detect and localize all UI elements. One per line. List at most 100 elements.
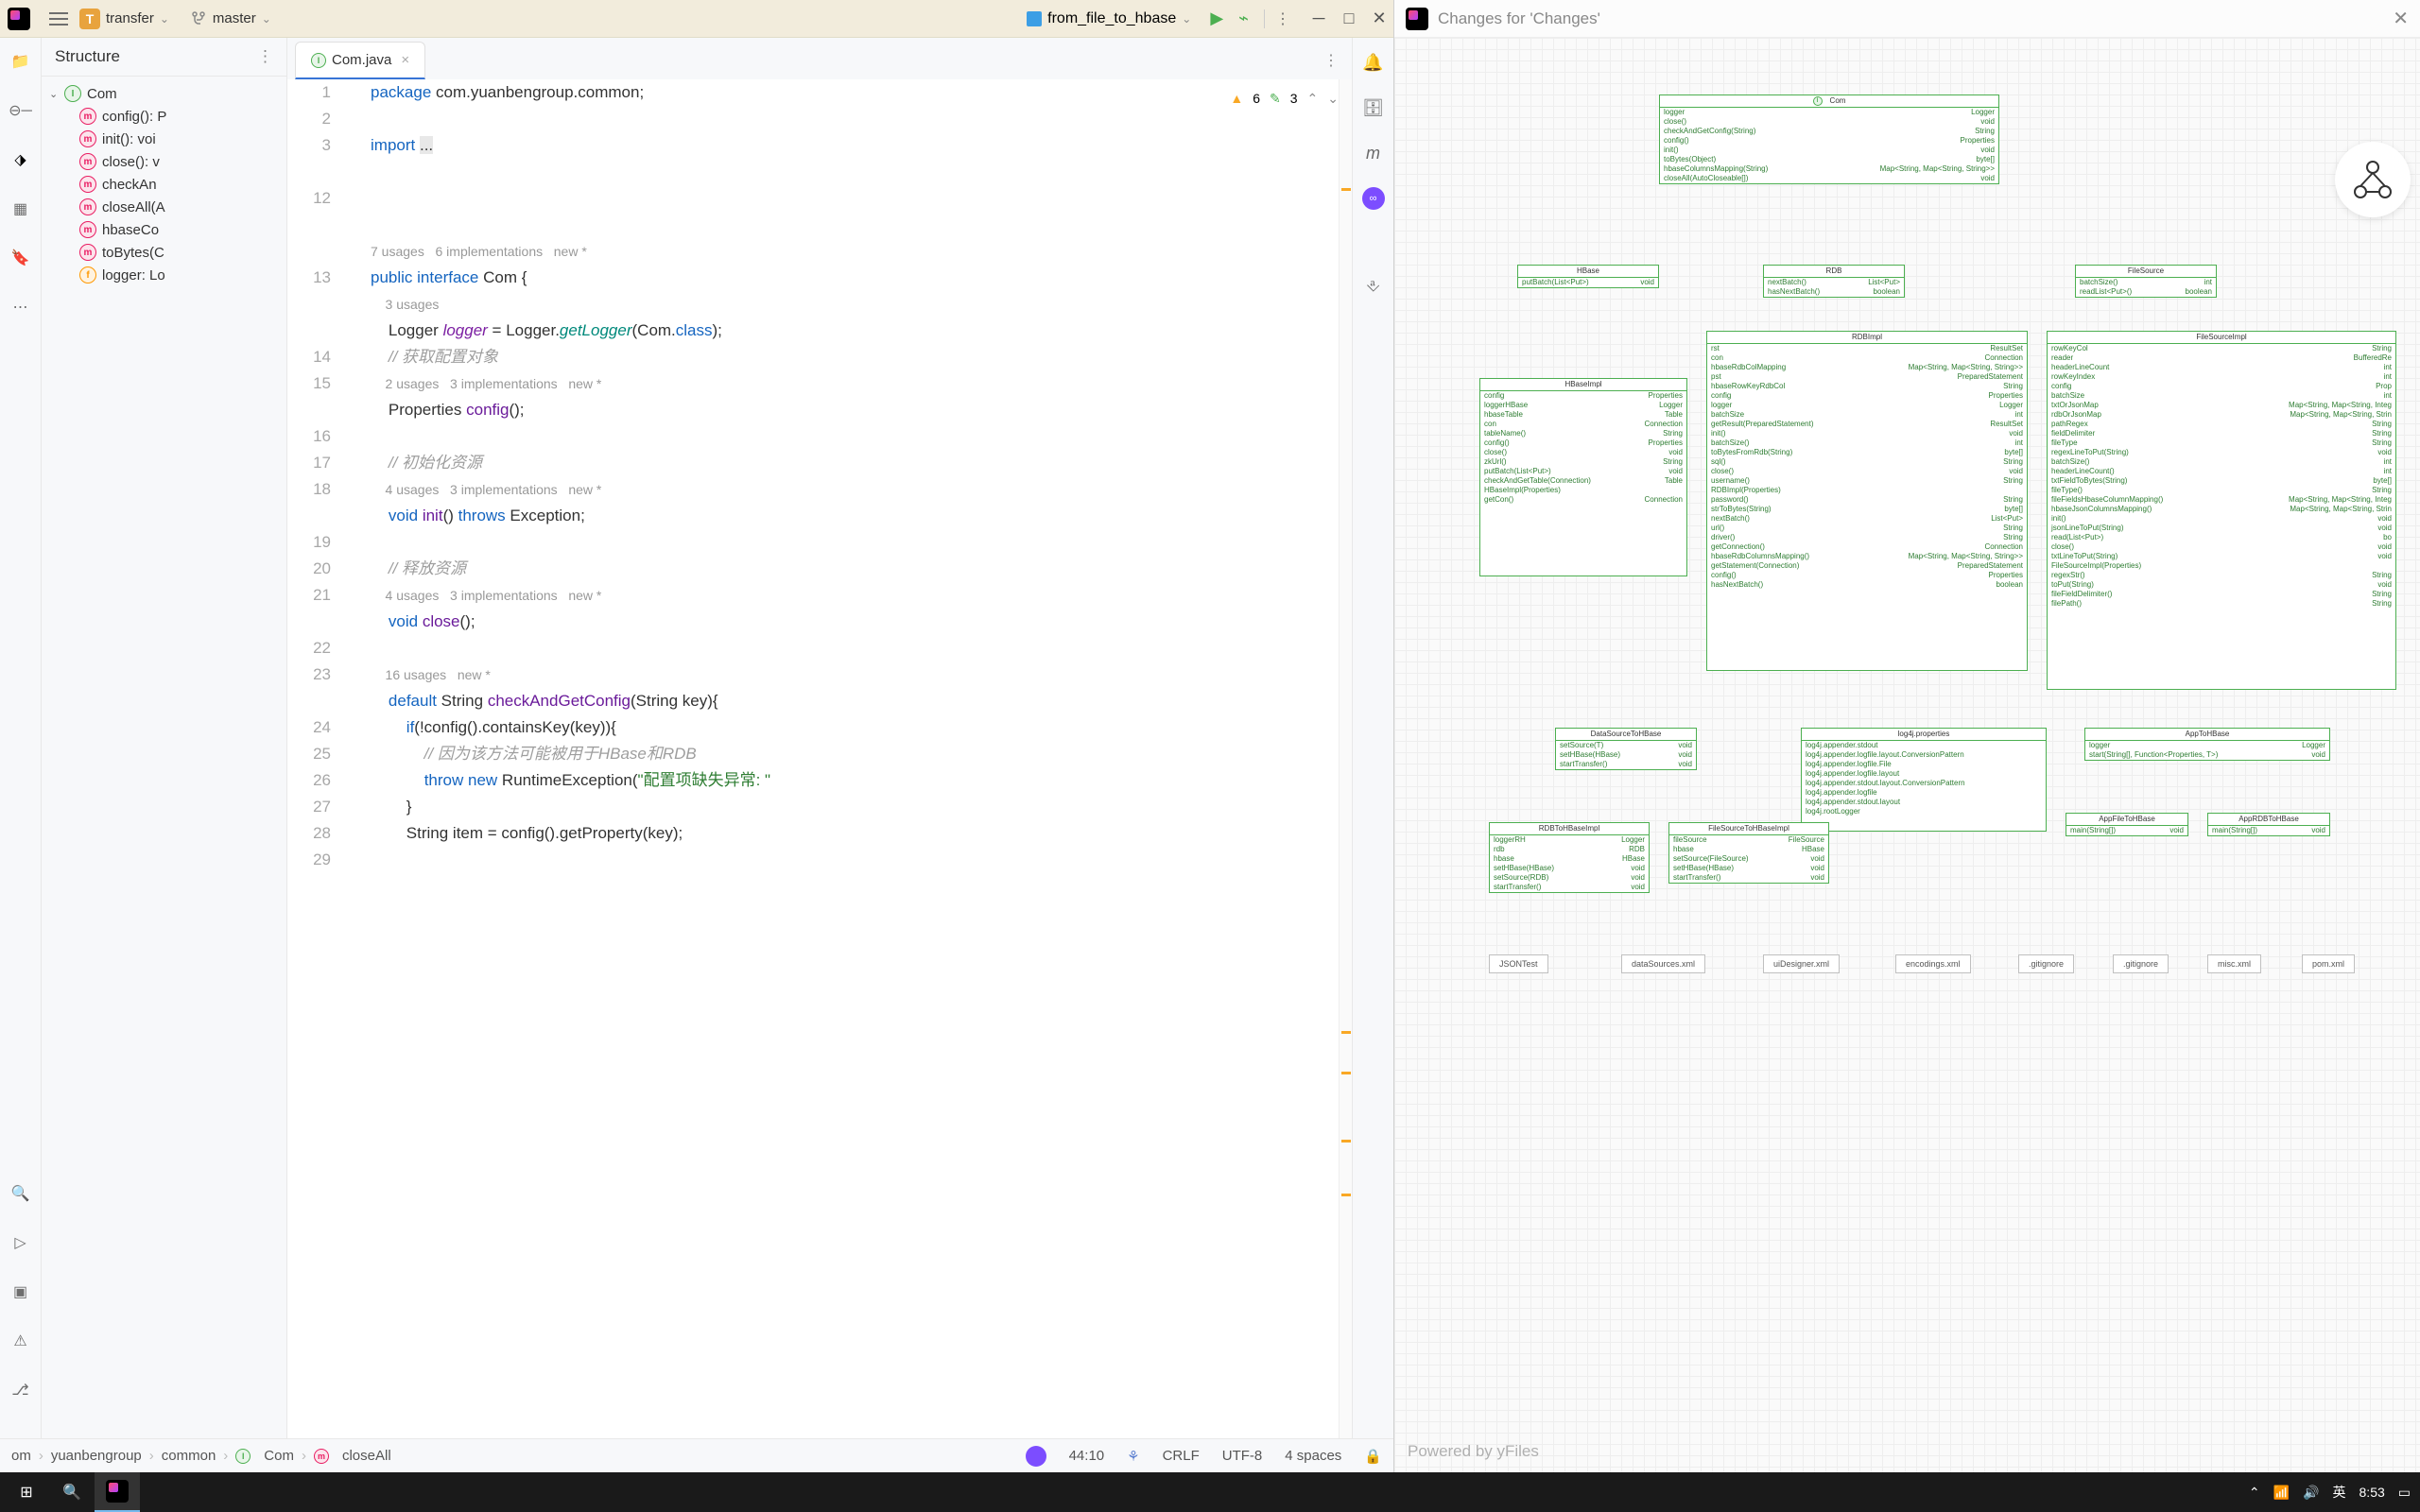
uml-class-fs2hbase[interactable]: FileSourceToHBaseImpl fileSourceFileSour… <box>1668 822 1829 884</box>
uml-class-appfile[interactable]: AppFileToHBase main(String[])void <box>2066 813 2188 836</box>
diagram-file[interactable]: uiDesigner.xml <box>1763 954 1840 973</box>
notification-center-icon[interactable]: ▭ <box>2398 1485 2411 1501</box>
close-window-button[interactable]: ✕ <box>1373 12 1386 26</box>
more-tools-icon[interactable]: ⋯ <box>10 297 31 318</box>
tree-member[interactable]: mcloseAll(A <box>42 196 286 218</box>
diagram-file[interactable]: .gitignore <box>2113 954 2169 973</box>
uml-class-com[interactable]: ICom loggerLogger close()void checkAndGe… <box>1659 94 1999 184</box>
line-gutter: 1 2 3 12 13 14 15 <box>287 79 340 1438</box>
uml-class-rdb2hbase[interactable]: RDBToHBaseImpl loggerRHLogger rdbRDB hba… <box>1489 822 1650 893</box>
main-menu-button[interactable] <box>49 12 68 26</box>
terminal-tool-icon[interactable]: ▣ <box>10 1281 31 1302</box>
crumb[interactable]: om <box>11 1448 31 1464</box>
right-tool-strip: 🔔 🗄 m ∞ ⎀ <box>1352 38 1393 1438</box>
wifi-icon[interactable]: 📶 <box>2273 1485 2290 1501</box>
project-tool-icon[interactable]: 📁 <box>10 51 31 72</box>
vcs-branch-selector[interactable]: master ⌄ <box>192 10 271 26</box>
uml-class-hbaseimpl[interactable]: HBaseImpl configProperties loggerHBaseLo… <box>1479 378 1687 576</box>
code-content[interactable]: package com.yuanbengroup.common; import … <box>340 79 1339 1438</box>
diagram-file[interactable]: pom.xml <box>2302 954 2355 973</box>
tree-member[interactable]: mhbaseCo <box>42 218 286 241</box>
tree-member[interactable]: mtoBytes(C <box>42 241 286 264</box>
diagram-file[interactable]: misc.xml <box>2207 954 2261 973</box>
chevron-down-icon[interactable]: ⌄ <box>1327 85 1339 112</box>
database-icon[interactable]: 🗄 <box>1362 96 1385 119</box>
structure-tool-icon[interactable]: ⬗ <box>10 149 31 170</box>
tab-bar: I Com.java × ⋮ <box>287 38 1352 79</box>
uml-class-hbase[interactable]: HBase putBatch(List<Put>)void <box>1517 265 1659 288</box>
editor-tab[interactable]: I Com.java × <box>295 42 425 79</box>
minimize-button[interactable]: ─ <box>1312 12 1325 26</box>
branch-name: master <box>213 10 256 26</box>
inspections-widget[interactable]: ▲6 ✎3 ⌃ ⌄ <box>1224 83 1344 113</box>
uml-class-ds2hbase[interactable]: DataSourceToHBase setSource(T)void setHB… <box>1555 728 1697 770</box>
run-config-selector[interactable]: from_file_to_hbase ⌄ <box>1027 10 1191 27</box>
uml-class-rdb[interactable]: RDB nextBatch()List<Put> hasNextBatch()b… <box>1763 265 1905 298</box>
services-tool-icon[interactable]: ▦ <box>10 198 31 219</box>
uml-class-filesource[interactable]: FileSource batchSize()int readList<Put>(… <box>2075 265 2217 298</box>
debug-button[interactable]: ⌁ <box>1238 9 1249 28</box>
project-selector[interactable]: T transfer ⌄ <box>79 9 169 29</box>
caret-position[interactable]: 44:10 <box>1069 1448 1105 1464</box>
interface-icon: I <box>311 53 326 68</box>
crumb[interactable]: Com <box>264 1448 294 1464</box>
chevron-up-icon[interactable]: ⌃ <box>1307 85 1319 112</box>
uml-log4j[interactable]: log4j.properties log4j.appender.stdout l… <box>1801 728 2047 832</box>
tab-options-button[interactable]: ⋮ <box>1310 42 1352 79</box>
uml-class-rdbimpl[interactable]: RDBImpl rstResultSet conConnection hbase… <box>1706 331 2028 671</box>
lock-icon[interactable]: 🔒 <box>1364 1448 1382 1465</box>
code-editor[interactable]: ▲6 ✎3 ⌃ ⌄ 1 2 3 12 <box>287 79 1352 1438</box>
vcs-tool-icon[interactable]: ⎇ <box>10 1380 31 1400</box>
tree-member[interactable]: mconfig(): P <box>42 105 286 128</box>
diagram-canvas[interactable]: ICom loggerLogger close()void checkAndGe… <box>1394 38 2420 1472</box>
taskbar-app-intellij[interactable] <box>95 1472 140 1512</box>
reader-mode-icon[interactable]: ⎀ <box>1362 274 1385 297</box>
problems-tool-icon[interactable]: ⚠ <box>10 1331 31 1351</box>
crumb[interactable]: yuanbengroup <box>51 1448 142 1464</box>
uml-class-filesourceimpl[interactable]: FileSourceImpl rowKeyColString readerBuf… <box>2047 331 2396 690</box>
close-tab-icon[interactable]: × <box>401 52 409 68</box>
panel-options-button[interactable]: ⋮ <box>257 47 273 66</box>
line-separator[interactable]: CRLF <box>1163 1448 1200 1464</box>
diagram-file[interactable]: dataSources.xml <box>1621 954 1705 973</box>
diagram-file[interactable]: JSONTest <box>1489 954 1548 973</box>
search-button[interactable]: 🔍 <box>49 1472 95 1512</box>
tree-member[interactable]: mcheckAn <box>42 173 286 196</box>
diagram-file[interactable]: encodings.xml <box>1895 954 1971 973</box>
uml-class-apprdb[interactable]: AppRDBToHBase main(String[])void <box>2207 813 2330 836</box>
indent[interactable]: 4 spaces <box>1285 1448 1341 1464</box>
run-tool-icon[interactable]: ▷ <box>10 1232 31 1253</box>
sync-icon[interactable]: ⚘ <box>1127 1448 1139 1465</box>
tree-member[interactable]: minit(): voi <box>42 128 286 150</box>
encoding[interactable]: UTF-8 <box>1222 1448 1263 1464</box>
notifications-icon[interactable]: 🔔 <box>1362 51 1385 74</box>
search-icon[interactable]: 🔍 <box>10 1183 31 1204</box>
start-button[interactable]: ⊞ <box>4 1472 49 1512</box>
ai-badge-icon[interactable] <box>1026 1446 1046 1467</box>
tray-chevron-icon[interactable]: ⌃ <box>2249 1485 2260 1501</box>
more-actions-button[interactable]: ⋮ <box>1272 9 1293 29</box>
clock[interactable]: 8:53 <box>2360 1485 2385 1500</box>
chevron-down-icon: ⌄ <box>160 12 169 26</box>
bookmarks-tool-icon[interactable]: 🔖 <box>10 248 31 268</box>
ime-indicator[interactable]: 英 <box>2333 1483 2346 1502</box>
chevron-down-icon: ⌄ <box>1182 12 1191 26</box>
run-button[interactable]: ▶ <box>1210 9 1223 28</box>
warning-icon: ▲ <box>1230 85 1243 112</box>
maximize-button[interactable]: □ <box>1342 12 1356 26</box>
commit-tool-icon[interactable]: ⊖─ <box>10 100 31 121</box>
volume-icon[interactable]: 🔊 <box>2303 1485 2319 1501</box>
uml-class-app2hbase[interactable]: AppToHBase loggerLogger start(String[], … <box>2084 728 2330 761</box>
tree-member[interactable]: flogger: Lo <box>42 264 286 286</box>
crumb[interactable]: common <box>162 1448 216 1464</box>
crumb[interactable]: closeAll <box>342 1448 391 1464</box>
tree-root[interactable]: ⌄ I Com <box>42 82 286 105</box>
error-stripe[interactable] <box>1339 79 1352 1438</box>
maven-icon[interactable]: m <box>1362 142 1385 164</box>
diagram-file[interactable]: .gitignore <box>2018 954 2074 973</box>
tree-member[interactable]: mclose(): v <box>42 150 286 173</box>
close-button[interactable]: ✕ <box>2393 7 2409 30</box>
expand-icon[interactable]: ⌄ <box>49 88 62 100</box>
field-icon: f <box>79 266 96 284</box>
ai-assistant-icon[interactable]: ∞ <box>1362 187 1385 210</box>
